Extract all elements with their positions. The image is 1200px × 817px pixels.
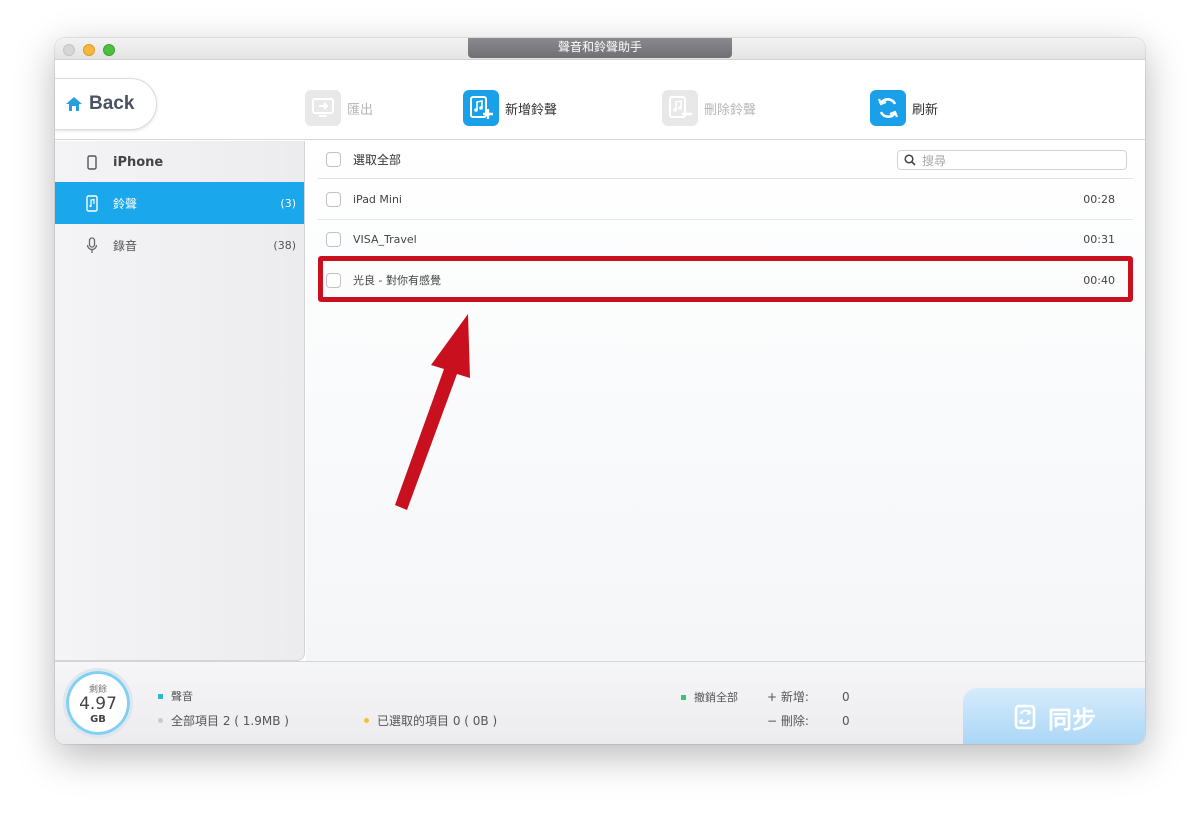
add-count-info: + 新增: 0 — [767, 688, 850, 705]
search-input[interactable]: 搜尋 — [897, 150, 1127, 170]
total-items-label: 全部項目 2 ( 1.9MB ) — [171, 714, 289, 728]
sidebar-item-recordings[interactable]: 錄音 (38) — [55, 224, 304, 266]
category-label: 聲音 — [171, 690, 193, 703]
sync-icon — [1014, 704, 1036, 730]
undo-all-label: 撤銷全部 — [694, 691, 738, 704]
sidebar-device-label: iPhone — [113, 154, 164, 170]
window-title: 聲音和鈴聲助手 — [468, 38, 732, 58]
delete-count-info: − 刪除: 0 — [767, 712, 850, 729]
ringtone-duration: 00:31 — [1083, 233, 1115, 246]
phone-icon — [85, 153, 99, 171]
gauge-label: 剩餘 — [88, 684, 107, 695]
sidebar-item-label: 鈴聲 — [113, 196, 138, 211]
add-ringtone-label: 新增鈴聲 — [505, 102, 558, 118]
ringtone-name: iPad Mini — [353, 193, 402, 206]
sync-label: 同步 — [1048, 705, 1096, 734]
total-items-info: 全部項目 2 ( 1.9MB ) — [158, 712, 289, 729]
search-icon — [904, 154, 916, 166]
back-label: Back — [89, 93, 135, 114]
search-placeholder: 搜尋 — [922, 153, 947, 168]
gauge-unit: GB — [90, 713, 106, 725]
add-count-label: + 新增: — [767, 690, 809, 704]
highlight-box — [318, 256, 1133, 302]
add-ringtone-icon — [463, 90, 499, 126]
export-button[interactable]: 匯出 — [305, 88, 373, 128]
sidebar-item-label: 錄音 — [113, 238, 138, 253]
undo-all-button[interactable]: 撤銷全部 — [681, 689, 738, 705]
zoom-window-button[interactable] — [103, 44, 115, 56]
toolbar: Back 匯出 新增鈴聲 刪除鈴聲 刷新 — [55, 60, 1145, 140]
status-bar: 剩餘 4.97 GB 聲音 全部項目 2 ( 1.9MB ) 已選取的項目 0 … — [55, 661, 1145, 744]
microphone-icon — [85, 236, 99, 254]
close-window-button[interactable] — [63, 44, 75, 56]
refresh-label: 刷新 — [912, 102, 939, 118]
category-dot — [158, 693, 163, 699]
selected-items-info: 已選取的項目 0 ( 0B ) — [364, 712, 497, 729]
list-item[interactable]: iPad Mini 00:28 — [318, 180, 1133, 220]
delete-ringtone-button[interactable]: 刪除鈴聲 — [662, 88, 756, 128]
minimize-window-button[interactable] — [83, 44, 95, 56]
delete-ringtone-label: 刪除鈴聲 — [704, 102, 757, 118]
delete-count-label: − 刪除: — [767, 714, 809, 728]
add-ringtone-button[interactable]: 新增鈴聲 — [463, 88, 557, 128]
delete-count-value: 0 — [842, 713, 850, 728]
export-label: 匯出 — [347, 102, 374, 118]
ringtone-icon — [85, 194, 99, 212]
title-bar: 聲音和鈴聲助手 — [55, 38, 1145, 60]
row-checkbox[interactable] — [326, 232, 341, 247]
sidebar-item-count: (38) — [273, 238, 296, 252]
row-checkbox[interactable] — [326, 192, 341, 207]
selected-items-label: 已選取的項目 0 ( 0B ) — [377, 714, 498, 728]
ringtone-duration: 00:28 — [1083, 193, 1115, 206]
sync-button[interactable]: 同步 — [963, 688, 1145, 744]
app-window: 聲音和鈴聲助手 Back 匯出 新增鈴聲 刪除鈴聲 刷新 iPhone 鈴聲 (… — [55, 38, 1145, 744]
gauge-value: 4.97 — [79, 693, 117, 714]
selected-dot — [364, 718, 369, 723]
add-count-value: 0 — [842, 689, 850, 704]
sidebar-item-count: (3) — [280, 196, 296, 210]
select-all-label: 選取全部 — [353, 153, 402, 167]
ringtone-name: VISA_Travel — [353, 233, 417, 246]
refresh-icon — [870, 90, 906, 126]
select-all-checkbox[interactable] — [326, 152, 341, 167]
sidebar-item-ringtones[interactable]: 鈴聲 (3) — [55, 182, 304, 224]
category-info: 聲音 — [158, 688, 193, 704]
sidebar-item-iphone[interactable]: iPhone — [55, 141, 304, 183]
total-dot — [158, 718, 163, 723]
list-header: 選取全部 搜尋 — [318, 141, 1133, 179]
annotation-arrow — [395, 314, 470, 510]
sidebar: iPhone 鈴聲 (3) 錄音 (38) — [55, 141, 305, 661]
home-icon — [66, 97, 82, 111]
list-item[interactable]: VISA_Travel 00:31 — [318, 220, 1133, 260]
storage-gauge: 剩餘 4.97 GB — [63, 668, 133, 738]
back-button[interactable]: Back — [55, 78, 157, 130]
refresh-button[interactable]: 刷新 — [870, 88, 938, 128]
undo-dot — [681, 694, 686, 700]
delete-ringtone-icon — [662, 90, 698, 126]
export-icon — [305, 90, 341, 126]
